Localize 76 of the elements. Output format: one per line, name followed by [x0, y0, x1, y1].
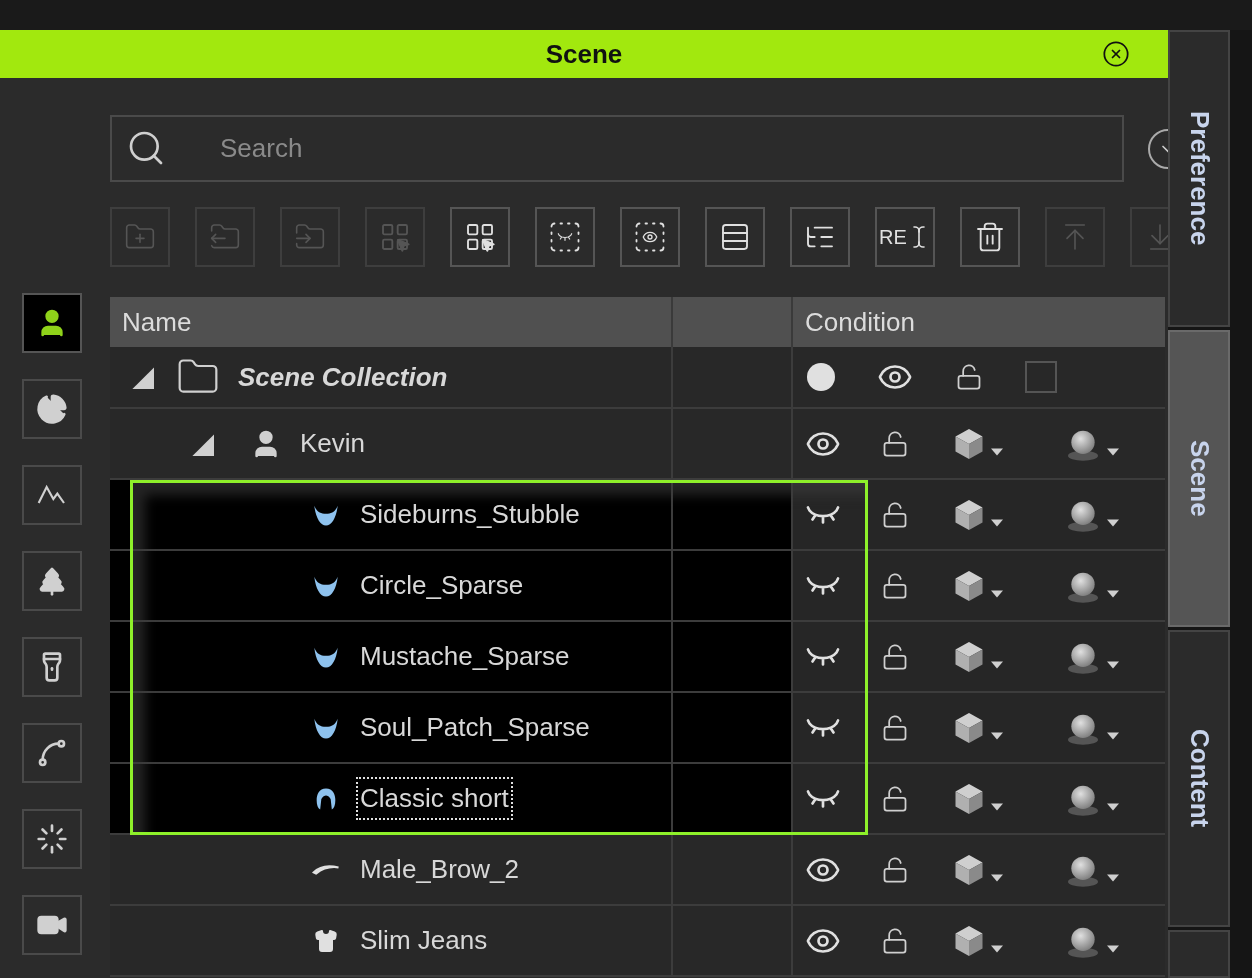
item-name: Sideburns_Stubble: [359, 498, 581, 531]
checkbox[interactable]: [1025, 361, 1057, 393]
toolbar-button[interactable]: RE: [875, 207, 935, 267]
rail-button[interactable]: [22, 465, 82, 525]
open-lock-icon[interactable]: [881, 713, 909, 742]
toolbar-button[interactable]: [705, 207, 765, 267]
tree-row[interactable]: Classic short: [110, 764, 1165, 835]
panel-title: Scene: [545, 37, 623, 71]
search-field[interactable]: Search: [110, 115, 1124, 182]
item-name: Classic short: [358, 779, 511, 818]
expand-triangle-icon[interactable]: [130, 365, 154, 389]
caret-icon[interactable]: [991, 660, 1003, 669]
item-name: Slim Jeans: [359, 924, 489, 957]
item-name: Circle_Sparse: [359, 569, 525, 602]
caret-icon[interactable]: [991, 447, 1003, 456]
rail-button[interactable]: [22, 723, 82, 783]
dotted-circle-icon: [36, 823, 68, 855]
open-lock-icon[interactable]: [881, 926, 909, 955]
rail-button[interactable]: [22, 895, 82, 955]
open-lock-icon[interactable]: [881, 429, 909, 458]
side-tab[interactable]: Content: [1168, 630, 1230, 927]
toolbar-button[interactable]: [620, 207, 680, 267]
caret-icon[interactable]: [1107, 731, 1119, 740]
curve-path-icon: [36, 737, 68, 769]
shirt-icon: [314, 928, 338, 953]
side-tab[interactable]: Scene: [1168, 330, 1230, 627]
close-icon[interactable]: [1102, 40, 1130, 68]
caret-icon[interactable]: [1107, 944, 1119, 953]
toolbar-button[interactable]: [450, 207, 510, 267]
caret-icon[interactable]: [1107, 873, 1119, 882]
caret-icon[interactable]: [1107, 447, 1119, 456]
tree-row[interactable]: Circle_Sparse: [110, 551, 1165, 622]
tree-row[interactable]: Slim Jeans: [110, 906, 1165, 977]
caret-icon[interactable]: [1107, 660, 1119, 669]
caret-icon[interactable]: [991, 873, 1003, 882]
toolbar-button[interactable]: [535, 207, 595, 267]
tree-row[interactable]: Male_Brow_2: [110, 835, 1165, 906]
caret-icon[interactable]: [991, 589, 1003, 598]
item-name: Male_Brow_2: [359, 853, 520, 886]
tree-row[interactable]: Kevin: [110, 409, 1165, 480]
item-name: Scene Collection: [237, 360, 449, 394]
rail-button[interactable]: [22, 637, 82, 697]
list-rows-icon: [719, 221, 751, 253]
grid-select-icon: [464, 221, 496, 253]
rail-button[interactable]: [22, 293, 82, 353]
caret-icon[interactable]: [991, 731, 1003, 740]
side-tab[interactable]: Preference: [1168, 30, 1230, 327]
item-name: Kevin: [299, 427, 367, 460]
rail-button[interactable]: [22, 551, 82, 611]
toolbar-button[interactable]: [960, 207, 1020, 267]
trash-icon: [974, 221, 1006, 253]
item-name: Soul_Patch_Sparse: [359, 711, 591, 744]
caret-icon[interactable]: [991, 802, 1003, 811]
open-lock-icon[interactable]: [881, 784, 909, 813]
caret-icon[interactable]: [991, 518, 1003, 527]
open-lock-icon[interactable]: [881, 571, 909, 600]
tree-row[interactable]: Sideburns_Stubble: [110, 480, 1165, 551]
open-lock-icon[interactable]: [881, 642, 909, 671]
open-lock-icon[interactable]: [881, 500, 909, 529]
toolbar-button[interactable]: [790, 207, 850, 267]
item-name: Mustache_Sparse: [359, 640, 571, 673]
tree-row[interactable]: Mustache_Sparse: [110, 622, 1165, 693]
caret-icon[interactable]: [1107, 802, 1119, 811]
pie-shape-icon: [36, 393, 68, 425]
open-lock-icon[interactable]: [955, 363, 983, 391]
grid-select-icon: [379, 221, 411, 253]
eyebrow-icon: [312, 864, 340, 875]
rail-button[interactable]: [22, 809, 82, 869]
tree-row[interactable]: Scene Collection: [110, 347, 1165, 409]
tree-row[interactable]: Soul_Patch_Sparse: [110, 693, 1165, 764]
rail-button[interactable]: [22, 379, 82, 439]
column-header[interactable]: Condition: [793, 297, 1165, 347]
caret-icon[interactable]: [991, 944, 1003, 953]
open-lock-icon[interactable]: [881, 855, 909, 884]
caret-icon[interactable]: [1107, 589, 1119, 598]
caret-icon[interactable]: [1107, 518, 1119, 527]
